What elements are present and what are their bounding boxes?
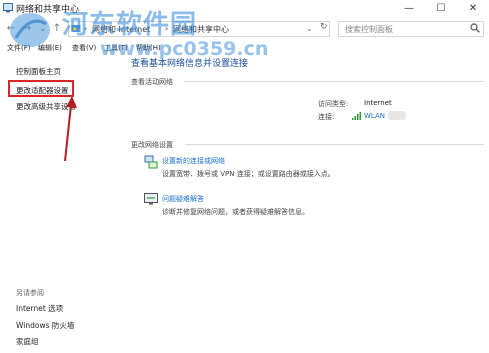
setup-new-connection-link[interactable]: 设置新的连接或网络 [162,156,225,166]
watermark-text: 河东软件园 [62,10,198,40]
troubleshoot-icon [144,193,158,205]
minimize-button[interactable]: — [398,0,420,18]
annotation-arrow [64,96,77,162]
troubleshoot-problems-description: 诊断并修复网络问题，或者获得疑难解答信息。 [162,208,309,216]
watermark-logo [10,13,50,47]
connection-wlan-link[interactable]: WLAN [364,112,385,120]
highlight-box [8,80,74,97]
sidebar-link-windows-firewall[interactable]: Windows 防火墙 [16,320,74,331]
network-name-blurred [388,111,406,120]
sidebar-link-homegroup[interactable]: 家庭组 [16,336,39,347]
sidebar-link-internet-options[interactable]: Internet 选项 [16,303,63,314]
section-divider [184,81,484,82]
watermark-url: www.pc0359.cn [100,38,269,60]
menu-view[interactable]: 查看(V) [72,43,96,53]
section-divider [185,144,484,145]
close-button[interactable]: ✕ [462,0,484,18]
access-type-label: 访问类型: [318,100,349,108]
setup-new-connection-description: 设置宽带、拨号或 VPN 连接；或设置路由器或接入点。 [162,170,335,178]
see-also-label: 另请参阅 [16,289,44,297]
troubleshoot-problems-link[interactable]: 问题疑难解答 [162,194,204,204]
network-setup-icon [144,155,158,169]
address-dropdown-icon[interactable]: ⌄ [306,24,313,33]
connection-label: 连接: [318,113,335,121]
refresh-icon[interactable]: ↻ [320,22,328,32]
sidebar-item-control-panel-home[interactable]: 控制面板主页 [16,66,61,77]
search-icon[interactable] [470,23,480,33]
search-input[interactable]: 搜索控制面板 [345,24,393,35]
access-type-value: Internet [364,99,392,107]
wifi-signal-icon [352,112,361,120]
active-networks-label: 查看活动网络 [131,78,173,86]
change-settings-label: 更改网络设置 [131,141,173,149]
maximize-button[interactable]: ☐ [430,0,452,18]
